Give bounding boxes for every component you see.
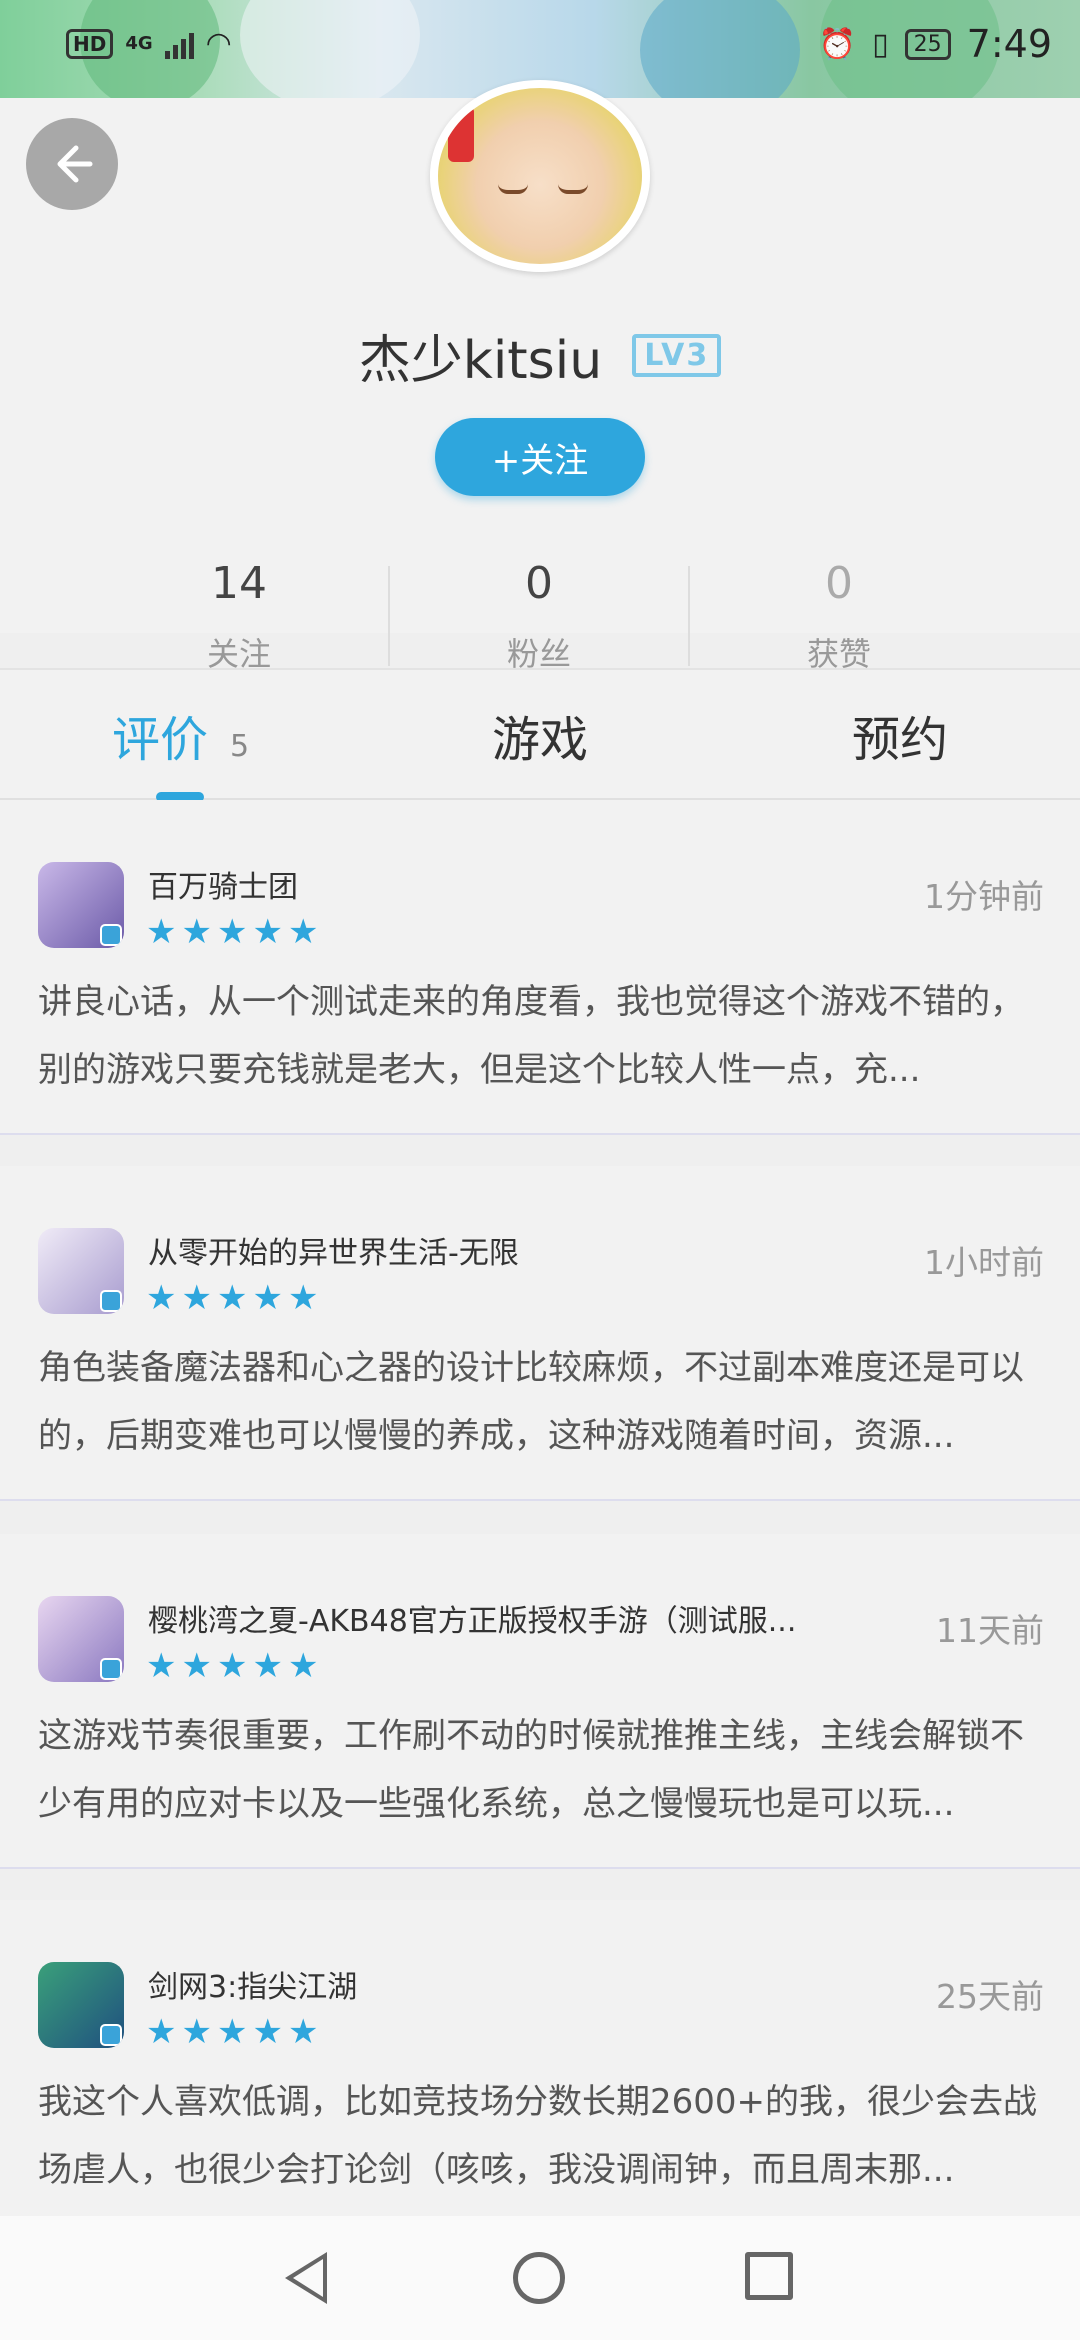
game-name[interactable]: 剑网3:指尖江湖: [148, 1962, 357, 2006]
review-card[interactable]: 剑网3:指尖江湖 ★ ★ ★ ★ ★ 25天前 我这个人喜欢低调，比如竞技场分数长期26…: [0, 1900, 1080, 2216]
nav-home-icon[interactable]: [513, 2252, 565, 2304]
network-label: 4G: [125, 33, 153, 54]
platform-badge-icon: [100, 2024, 122, 2046]
star-icon: ★: [287, 1646, 319, 1686]
star-icon: ★: [287, 2012, 319, 2052]
game-icon[interactable]: [38, 1596, 124, 1682]
game-icon[interactable]: [38, 1228, 124, 1314]
review-time: 1小时前: [924, 1243, 1044, 1282]
rating-stars: ★ ★ ★ ★ ★: [146, 2012, 318, 2052]
tab-label: 游戏: [492, 712, 589, 768]
hd-indicator: HD: [66, 28, 114, 59]
star-icon: ★: [146, 912, 177, 952]
battery-icon: 25: [904, 28, 951, 60]
review-time: 25天前: [936, 1977, 1044, 2016]
clock: 7:49: [966, 22, 1052, 66]
tab-reviews[interactable]: 评价 5: [112, 700, 249, 770]
rating-stars: ★ ★ ★ ★ ★: [146, 912, 318, 952]
avatar[interactable]: [430, 80, 650, 272]
username-row: 杰少kitsiu LV3: [0, 318, 1080, 393]
review-card[interactable]: 从零开始的异世界生活-无限 ★ ★ ★ ★ ★ 1小时前 角色装备魔法器和心之器的设计比…: [0, 1166, 1080, 1501]
star-icon: ★: [252, 912, 283, 952]
rating-stars: ★ ★ ★ ★ ★: [146, 1278, 318, 1318]
platform-badge-icon: [100, 924, 122, 946]
stats-row: 14 关注 0 粉丝 0 获赞: [0, 558, 1080, 675]
stat-value: 14: [211, 558, 267, 609]
review-text: 角色装备魔法器和心之器的设计比较麻烦，不过副本难度还是可以的，后期变难也可以慢慢…: [38, 1348, 1024, 1456]
review-card[interactable]: 百万骑士团 ★ ★ ★ ★ ★ 1分钟前 讲良心话，从一个测试走来的角度看，我也觉得这个…: [0, 800, 1080, 1135]
star-icon: ★: [252, 1646, 283, 1686]
tab-reservations[interactable]: 预约: [852, 700, 948, 770]
star-icon: ★: [181, 1646, 212, 1686]
profile-header: 杰少kitsiu LV3 +关注 14 关注 0 粉丝 0 获赞: [0, 80, 1080, 673]
nav-back-icon[interactable]: [285, 2252, 327, 2304]
system-nav-bar: [0, 2216, 1080, 2340]
star-icon: ★: [181, 912, 212, 952]
review-text: 讲良心话，从一个测试走来的角度看，我也觉得这个游戏不错的，别的游戏只要充钱就是老…: [38, 982, 1024, 1090]
tab-count: 5: [230, 729, 250, 764]
nav-recents-icon[interactable]: [745, 2252, 793, 2300]
vibrate-icon: ▯: [872, 26, 889, 62]
review-card[interactable]: 樱桃湾之夏-AKB48官方正版授权手游（测试服... ★ ★ ★ ★ ★ 11天前 这游…: [0, 1534, 1080, 1869]
level-badge: LV3: [632, 334, 722, 377]
stat-value: 0: [825, 558, 853, 609]
game-icon[interactable]: [38, 1962, 124, 2048]
star-icon: ★: [252, 1278, 283, 1318]
wifi-icon: ◠: [205, 26, 232, 61]
star-icon: ★: [216, 912, 248, 952]
game-name[interactable]: 樱桃湾之夏-AKB48官方正版授权手游（测试服...: [148, 1596, 796, 1640]
star-icon: ★: [181, 1278, 212, 1318]
star-icon: ★: [216, 2012, 248, 2052]
review-time: 1分钟前: [924, 877, 1044, 916]
rating-stars: ★ ★ ★ ★ ★: [146, 1646, 318, 1686]
avatar-bow-detail: [448, 106, 474, 162]
stat-value: 0: [525, 558, 553, 609]
signal-icon: [164, 29, 194, 59]
stat-divider: [388, 566, 390, 666]
game-icon[interactable]: [38, 862, 124, 948]
stat-following[interactable]: 14 关注: [89, 558, 389, 675]
avatar-eye-left: [498, 184, 528, 194]
arrow-left-icon: [57, 145, 93, 183]
platform-badge-icon: [100, 1658, 122, 1680]
avatar-eye-right: [558, 184, 588, 194]
star-icon: ★: [216, 1646, 248, 1686]
review-time: 11天前: [936, 1611, 1044, 1650]
platform-badge-icon: [100, 1290, 122, 1312]
follow-button[interactable]: +关注: [435, 418, 645, 496]
game-name[interactable]: 百万骑士团: [148, 862, 298, 906]
status-bar: HD 4G ◠ ⏰ ▯ 25 7:49: [0, 0, 1080, 90]
tab-games[interactable]: 游戏: [492, 700, 588, 770]
star-icon: ★: [146, 1646, 177, 1686]
back-button[interactable]: [26, 118, 118, 210]
game-name[interactable]: 从零开始的异世界生活-无限: [148, 1228, 519, 1272]
stat-likes[interactable]: 0 获赞: [689, 558, 989, 675]
tab-label: 预约: [852, 712, 949, 768]
star-icon: ★: [181, 2012, 212, 2052]
review-text: 这游戏节奏很重要，工作刷不动的时候就推推主线，主线会解锁不少有用的应对卡以及一些…: [38, 1716, 1024, 1824]
stat-divider: [688, 566, 690, 666]
star-icon: ★: [146, 2012, 177, 2052]
star-icon: ★: [146, 1278, 177, 1318]
star-icon: ★: [287, 912, 319, 952]
username: 杰少kitsiu: [358, 331, 603, 391]
review-text: 我这个人喜欢低调，比如竞技场分数长期2600+的我，很少会去战场虐人，也很少会打…: [38, 2082, 1038, 2190]
star-icon: ★: [252, 2012, 283, 2052]
star-icon: ★: [287, 1278, 319, 1318]
stat-fans[interactable]: 0 粉丝: [389, 558, 689, 675]
profile-tabs: 评价 5 游戏 预约: [0, 668, 1080, 802]
star-icon: ★: [216, 1278, 248, 1318]
alarm-icon: ⏰: [818, 26, 857, 62]
tab-label: 评价: [112, 712, 209, 768]
